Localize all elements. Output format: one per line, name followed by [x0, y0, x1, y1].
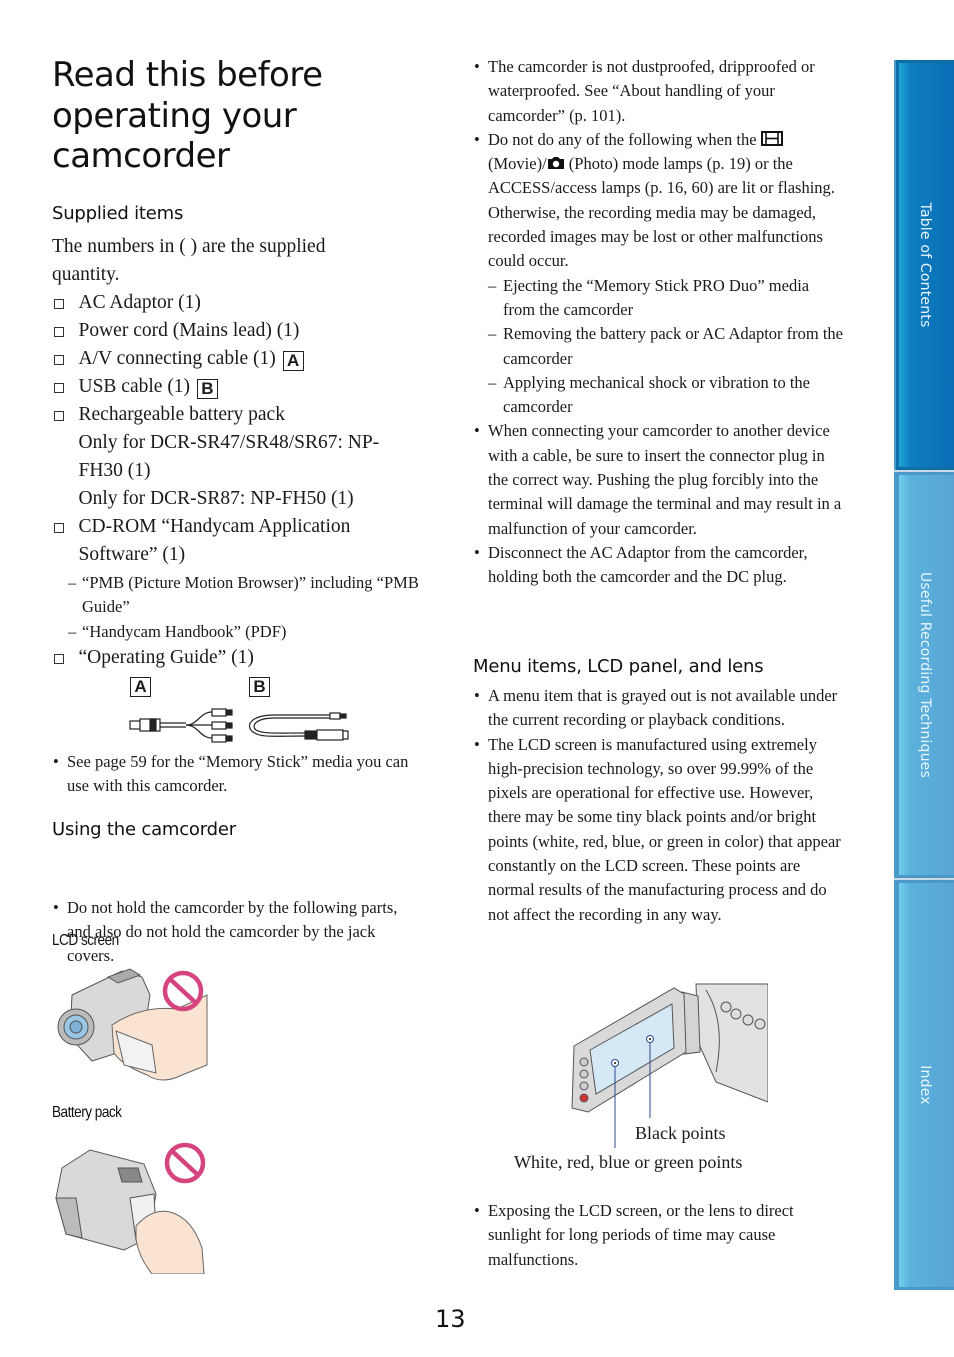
- dash-item: – Applying mechanical shock or vibration…: [488, 372, 811, 417]
- av-cable-illustration: [129, 708, 233, 743]
- tab-index[interactable]: Index: [894, 880, 954, 1290]
- figure-label-b: B: [196, 379, 218, 399]
- dash-item: – Ejecting the “Memory Stick PRO Duo” me…: [488, 275, 810, 319]
- cdrom-subitem: – “PMB (Picture Motion Browser)” includi…: [68, 573, 419, 617]
- supplied-item-guide: “Operating Guide” (1): [52, 644, 422, 672]
- figure-label-a: A: [130, 677, 151, 697]
- checkbox-icon: [54, 411, 64, 421]
- figure-label-a: A: [282, 351, 304, 371]
- menu-bullets: • A menu item that is grayed out is not …: [473, 684, 845, 927]
- supplied-item: A/V connecting cable (1) A: [52, 345, 422, 373]
- section-heading-using: Using the camcorder: [52, 819, 236, 840]
- bullet-dustproof: • The camcorder is not dustproofed, drip…: [474, 57, 815, 125]
- camera-icon: [547, 157, 564, 170]
- checkbox-icon: [54, 383, 64, 393]
- lcd-screen-hold-illustration: [57, 968, 208, 1081]
- tab-useful-recording-techniques[interactable]: Useful Recording Techniques: [894, 472, 954, 878]
- battery-pack-hold-illustration: [55, 1142, 206, 1274]
- checkbox-icon: [54, 299, 64, 309]
- battery-note: Only for DCR-SR87: NP-FH50 (1): [78, 488, 354, 509]
- bullet-lamps: • Do not do any of the following when th…: [474, 129, 835, 271]
- tab-label: Useful Recording Techniques: [917, 572, 933, 778]
- section-heading-supplied-items: Supplied items: [52, 203, 184, 224]
- label-black-points: Black points: [635, 1123, 726, 1143]
- dash-item: – Removing the battery pack or AC Adapto…: [488, 324, 844, 368]
- bullet-menu-grayed: • A menu item that is grayed out is not …: [474, 686, 838, 730]
- right-column: • The camcorder is not dustproofed, drip…: [473, 55, 845, 590]
- supplied-item: Rechargeable battery pack: [52, 401, 422, 429]
- bullet-disconnect: • Disconnect the AC Adaptor from the cam…: [474, 542, 808, 587]
- supplied-item: Power cord (Mains lead) (1): [52, 317, 422, 345]
- memory-stick-note: • See page 59 for the “Memory Stick” med…: [53, 752, 409, 796]
- bullet-lcd-pixels: • The LCD screen is manufactured using e…: [474, 734, 841, 924]
- supplied-item-cdrom: CD-ROM “Handycam Application Software” (…: [52, 513, 392, 569]
- figure-label-b: B: [249, 677, 270, 697]
- usb-cable-illustration: [248, 712, 349, 741]
- cdrom-subitem: – “Handycam Handbook” (PDF): [68, 621, 287, 641]
- supplied-item: AC Adaptor (1): [52, 289, 422, 317]
- caption-lcd-screen: LCD screen: [52, 932, 119, 949]
- bullet-sunlight: • Exposing the LCD screen, or the lens t…: [474, 1201, 794, 1269]
- tab-label: Table of Contents: [917, 202, 933, 328]
- movie-film-icon: [760, 130, 783, 146]
- tab-label: Index: [917, 1065, 933, 1105]
- label-bright-points: White, red, blue or green points: [514, 1152, 743, 1172]
- checkbox-icon: [54, 653, 64, 664]
- page-title: Read this before operating your camcorde…: [52, 55, 323, 176]
- battery-note: Only for DCR-SR47/SR48/SR67: NP-FH30 (1): [78, 432, 380, 481]
- checkbox-icon: [54, 355, 64, 365]
- checkbox-icon: [54, 523, 64, 533]
- supplied-items-intro: The numbers in ( ) are the supplied quan…: [52, 236, 326, 285]
- supplied-items-list: The numbers in ( ) are the supplied quan…: [52, 233, 422, 672]
- checkbox-icon: [54, 327, 64, 337]
- caption-battery-pack: Battery pack: [52, 1104, 122, 1121]
- supplied-item: USB cable (1) B: [52, 373, 422, 401]
- section-heading-menu-lcd-lens: Menu items, LCD panel, and lens: [473, 656, 764, 677]
- page-number: 13: [435, 1305, 466, 1333]
- tab-table-of-contents[interactable]: Table of Contents: [894, 60, 954, 470]
- bullet-connect: • When connecting your camcorder to anot…: [474, 421, 842, 538]
